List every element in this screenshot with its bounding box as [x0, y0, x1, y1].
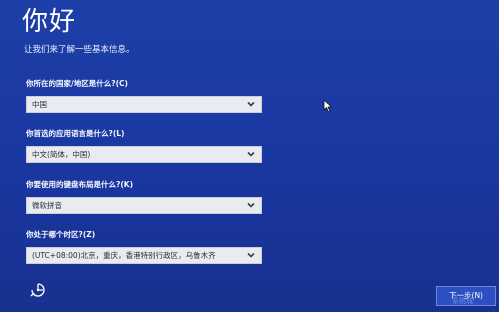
page-title: 你好	[22, 7, 77, 37]
app-language-value: 中文(简体，中国)	[32, 150, 91, 159]
page-subtitle: 让我们来了解一些基本信息。	[24, 45, 135, 55]
keyboard-layout-value: 微软拼音	[32, 201, 62, 210]
ease-of-access-icon[interactable]	[28, 280, 48, 300]
country-select[interactable]: 中国	[26, 96, 262, 113]
setup-page: 你好 让我们来了解一些基本信息。 你所在的国家/地区是什么?(C) 中国 你首选…	[0, 0, 499, 312]
country-label: 你所在的国家/地区是什么?(C)	[26, 79, 128, 88]
chevron-down-icon	[247, 202, 255, 208]
chevron-down-icon	[247, 151, 255, 157]
time-zone-select[interactable]: (UTC+08:00)北京，重庆，香港特别行政区，乌鲁木齐	[26, 247, 262, 264]
chevron-down-icon	[247, 101, 255, 107]
time-zone-label: 你处于哪个时区?(Z)	[26, 230, 96, 239]
chevron-down-icon	[247, 252, 255, 258]
keyboard-layout-select[interactable]: 微软拼音	[26, 197, 262, 214]
app-language-select[interactable]: 中文(简体，中国)	[26, 146, 262, 163]
country-value: 中国	[32, 100, 47, 109]
mouse-pointer-icon	[323, 99, 332, 113]
site-watermark: 系统城	[452, 297, 473, 305]
time-zone-value: (UTC+08:00)北京，重庆，香港特别行政区，乌鲁木齐	[32, 251, 216, 260]
keyboard-layout-label: 你要使用的键盘布局是什么?(K)	[26, 180, 134, 189]
app-language-label: 你首选的应用语言是什么?(L)	[26, 129, 125, 138]
